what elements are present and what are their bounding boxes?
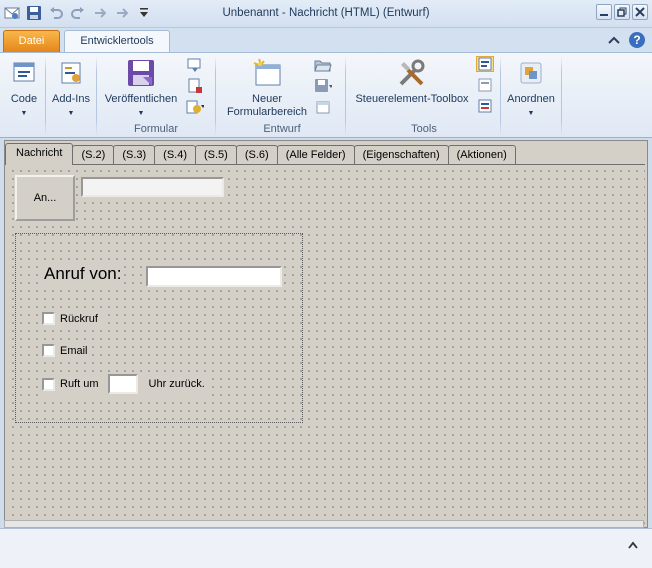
choose-form-icon[interactable] xyxy=(186,78,204,94)
properties-icon[interactable] xyxy=(476,98,494,114)
ribbon: Code ▼ Add-Ins ▼ Veröffentlichen ▼ Formu… xyxy=(0,52,652,138)
open-folder-icon[interactable] xyxy=(314,57,332,73)
calls-at-checkbox[interactable] xyxy=(42,377,55,391)
new-form-region-icon xyxy=(251,57,283,89)
calls-at-row: Ruft um Uhr zurück. xyxy=(42,372,209,396)
call-frame[interactable]: Anruf von: Rückruf Email Ruft um Uhr zur… xyxy=(15,233,303,423)
publish-icon xyxy=(125,57,157,89)
save-region-icon[interactable] xyxy=(314,78,332,94)
divider xyxy=(500,56,501,136)
tab-order-icon[interactable] xyxy=(476,77,494,93)
entwurf-small-tools xyxy=(314,57,332,115)
form-settings-icon[interactable] xyxy=(186,99,204,115)
collapse-ribbon-icon[interactable] xyxy=(608,35,620,48)
callback-label: Rückruf xyxy=(60,312,98,325)
addins-label: Add-Ins xyxy=(52,93,90,105)
addins-icon xyxy=(55,57,87,89)
ribbon-options: ? xyxy=(608,31,646,52)
publish-label: Veröffentlichen xyxy=(104,93,178,105)
arrange-button[interactable]: Anordnen ▼ xyxy=(504,57,558,120)
chevron-down-icon: ▼ xyxy=(527,110,535,117)
divider xyxy=(96,56,97,136)
tab-file[interactable]: Datei xyxy=(3,30,60,52)
tab-page-6[interactable]: (S.6) xyxy=(235,145,278,165)
tab-properties[interactable]: (Eigenschaften) xyxy=(353,145,449,165)
email-label: Email xyxy=(60,344,88,357)
help-icon[interactable]: ? xyxy=(628,31,646,52)
tab-page-4[interactable]: (S.4) xyxy=(154,145,196,165)
tab-actions[interactable]: (Aktionen) xyxy=(447,145,516,165)
addins-button[interactable]: Add-Ins ▼ xyxy=(49,57,93,120)
chevron-down-icon: ▼ xyxy=(20,110,28,117)
window-controls xyxy=(596,4,648,20)
ribbon-tab-row: Datei Entwicklertools ? xyxy=(0,28,652,53)
toolbox-label: Steuerelement-Toolbox xyxy=(355,93,469,105)
divider xyxy=(45,56,46,136)
callback-checkbox[interactable] xyxy=(42,312,55,325)
restore-icon[interactable] xyxy=(614,4,630,20)
new-form-region-label-2: Formularbereich xyxy=(226,106,308,118)
horizontal-scrollbar[interactable] xyxy=(4,520,644,528)
email-checkbox[interactable] xyxy=(42,344,55,357)
code-button[interactable]: Code ▼ xyxy=(6,57,42,120)
close-icon[interactable] xyxy=(632,4,648,20)
callback-row: Rückruf xyxy=(42,310,102,327)
formular-small-tools xyxy=(186,57,204,115)
email-row: Email xyxy=(42,342,92,359)
tab-page-5[interactable]: (S.5) xyxy=(195,145,237,165)
arrange-label: Anordnen xyxy=(507,93,555,105)
new-form-region-label-1: Neuer xyxy=(252,93,282,105)
svg-text:?: ? xyxy=(633,33,640,47)
time-field[interactable] xyxy=(107,374,138,394)
form-canvas[interactable]: An... Anruf von: Rückruf Email Ruft um U… xyxy=(7,164,645,524)
tab-page-2[interactable]: (S.2) xyxy=(72,145,115,165)
design-form-icon[interactable] xyxy=(186,57,204,73)
chevron-down-icon: ▼ xyxy=(67,110,75,117)
tab-nachricht[interactable]: Nachricht xyxy=(5,143,74,165)
expand-up-icon[interactable] xyxy=(628,541,638,552)
code-icon xyxy=(8,57,40,89)
group-tools-label: Tools xyxy=(411,123,437,135)
toolbox-icon xyxy=(396,57,428,89)
group-formular-label: Formular xyxy=(133,123,178,135)
divider xyxy=(215,56,216,136)
arrange-icon xyxy=(515,57,547,89)
divider xyxy=(345,56,346,136)
call-from-label: Anruf von: xyxy=(42,264,124,284)
divider xyxy=(561,56,562,136)
control-toolbox-button[interactable]: Steuerelement-Toolbox xyxy=(350,57,474,106)
tab-developer[interactable]: Entwicklertools xyxy=(64,30,170,53)
code-label: Code xyxy=(10,93,38,105)
to-button[interactable]: An... xyxy=(15,175,75,221)
time-suffix-label: Uhr zurück. xyxy=(148,378,205,390)
to-field[interactable] xyxy=(81,177,224,197)
chevron-down-icon: ▼ xyxy=(137,110,145,117)
reading-pane-bottom xyxy=(0,528,652,568)
tab-page-3[interactable]: (S.3) xyxy=(113,145,156,165)
tools-small-tools xyxy=(476,56,494,114)
form-page-tabs: Nachricht (S.2) (S.3) (S.4) (S.5) (S.6) … xyxy=(5,143,516,165)
call-from-field[interactable] xyxy=(146,266,282,287)
form-design-pane: Nachricht (S.2) (S.3) (S.4) (S.5) (S.6) … xyxy=(4,140,648,528)
tab-all-fields[interactable]: (Alle Felder) xyxy=(276,145,355,165)
calls-at-label: Ruft um xyxy=(60,378,99,390)
field-chooser-icon[interactable] xyxy=(476,56,494,72)
title-bar: Unbenannt - Nachricht (HTML) (Entwurf) xyxy=(0,0,652,28)
window-title: Unbenannt - Nachricht (HTML) (Entwurf) xyxy=(222,7,430,19)
group-entwurf-label: Entwurf xyxy=(263,123,301,135)
minimize-icon[interactable] xyxy=(596,4,612,20)
new-form-region-button[interactable]: Neuer Formularbereich xyxy=(219,57,315,119)
publish-button[interactable]: Veröffentlichen ▼ xyxy=(100,57,182,120)
close-region-icon[interactable] xyxy=(314,99,332,115)
